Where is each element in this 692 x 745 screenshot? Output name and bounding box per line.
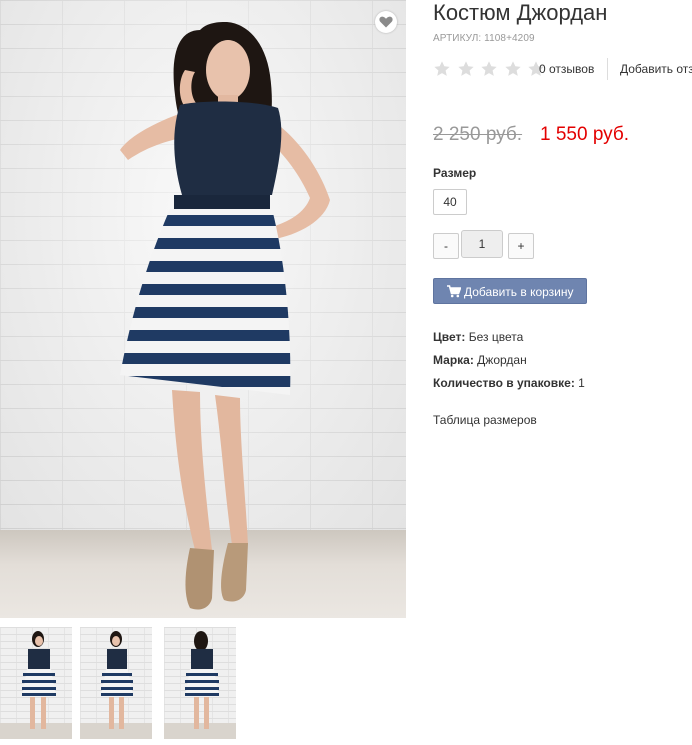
product-main-image[interactable] xyxy=(0,0,406,618)
attribute-color: Цвет: Без цвета xyxy=(433,330,523,344)
size-label: Размер xyxy=(433,166,477,180)
star-icon[interactable] xyxy=(480,60,498,78)
rating-stars[interactable] xyxy=(433,60,546,78)
attribute-value: Джордан xyxy=(477,353,527,367)
attribute-brand: Марка: Джордан xyxy=(433,353,527,367)
thumbnail-figure xyxy=(185,631,219,729)
size-option[interactable]: 40 xyxy=(433,189,467,215)
size-table-link[interactable]: Таблица размеров xyxy=(433,413,537,427)
star-icon[interactable] xyxy=(457,60,475,78)
product-title: Костюм Джордан xyxy=(433,0,608,25)
sale-price: 1 550 руб. xyxy=(540,124,630,145)
cart-icon xyxy=(447,285,461,298)
star-icon[interactable] xyxy=(433,60,451,78)
star-icon[interactable] xyxy=(504,60,522,78)
thumbnail-figure xyxy=(101,631,133,729)
product-thumbnail[interactable] xyxy=(80,627,152,739)
attribute-label: Цвет: xyxy=(433,330,466,344)
reviews-count-link[interactable]: 0 отзывов xyxy=(539,62,594,76)
attribute-pack-quantity: Количество в упаковке: 1 xyxy=(433,376,585,390)
product-sku: АРТИКУЛ: 1108+4209 xyxy=(433,33,535,44)
attribute-label: Количество в упаковке: xyxy=(433,376,575,390)
quantity-increase-button[interactable]: + xyxy=(508,233,534,259)
add-review-link[interactable]: Добавить отзыв xyxy=(620,62,692,76)
favorite-button[interactable] xyxy=(375,11,397,33)
add-to-cart-button[interactable]: Добавить в корзину xyxy=(433,278,587,304)
attribute-value: 1 xyxy=(578,376,585,390)
product-thumbnail[interactable] xyxy=(164,627,236,739)
attribute-label: Марка: xyxy=(433,353,474,367)
quantity-input[interactable] xyxy=(461,230,503,258)
heart-icon xyxy=(379,16,393,28)
attribute-value: Без цвета xyxy=(468,330,524,344)
model-figure xyxy=(120,22,330,610)
thumbnail-figure xyxy=(22,631,56,729)
product-thumbnail[interactable] xyxy=(0,627,72,739)
add-to-cart-label: Добавить в корзину xyxy=(464,285,574,299)
old-price: 2 250 руб. xyxy=(433,124,523,145)
quantity-decrease-button[interactable]: - xyxy=(433,233,459,259)
divider xyxy=(607,58,608,80)
